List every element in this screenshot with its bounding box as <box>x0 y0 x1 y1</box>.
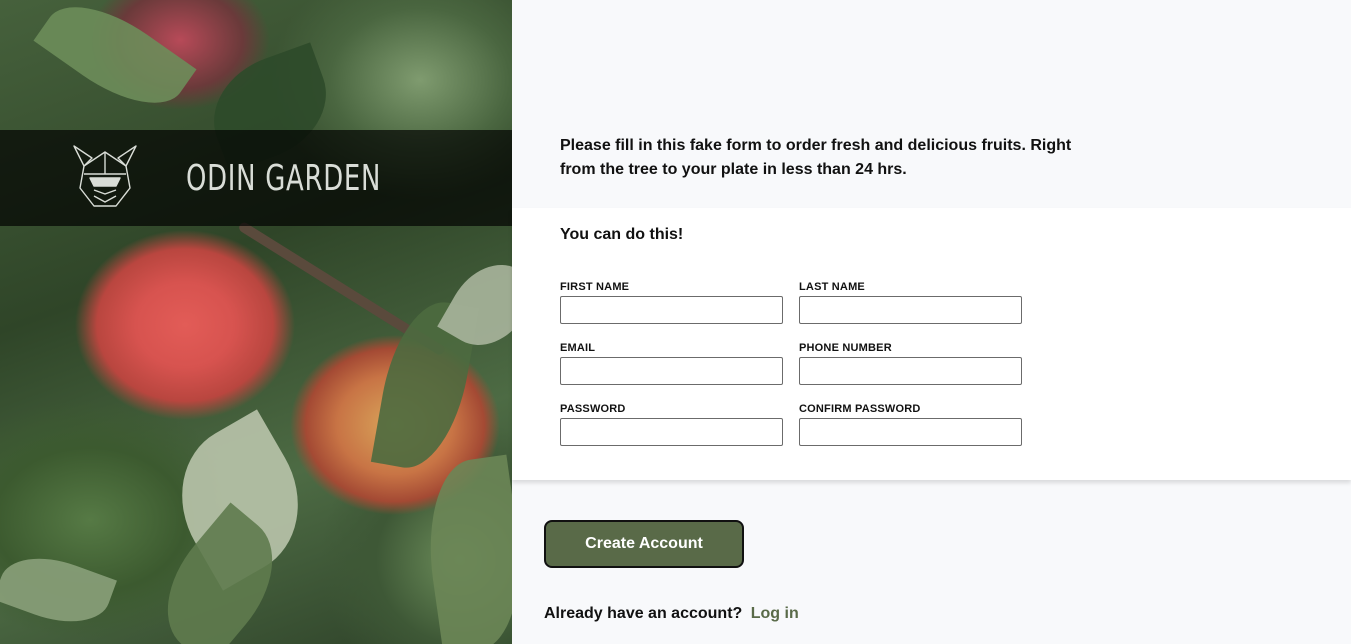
phone-number-input[interactable] <box>799 357 1022 385</box>
phone-number-field: PHONE NUMBER <box>799 342 1022 385</box>
create-account-button[interactable]: Create Account <box>544 520 744 568</box>
password-field: PASSWORD <box>560 403 783 446</box>
form-heading: You can do this! <box>560 226 684 243</box>
email-input[interactable] <box>560 357 783 385</box>
email-field: EMAIL <box>560 342 783 385</box>
email-label: EMAIL <box>560 342 596 354</box>
hero-image: ODIN GARDEN <box>0 0 512 644</box>
confirm-password-field: CONFIRM PASSWORD <box>799 403 1022 446</box>
confirm-password-input[interactable] <box>799 418 1022 446</box>
brand-banner: ODIN GARDEN <box>0 130 512 226</box>
leaf-decoration <box>417 454 512 644</box>
first-name-input[interactable] <box>560 296 783 324</box>
viking-helmet-icon <box>73 145 137 207</box>
first-name-field: FIRST NAME <box>560 281 783 324</box>
last-name-field: LAST NAME <box>799 281 1022 324</box>
login-prompt: Already have an account? Log in <box>544 605 799 623</box>
leaf-decoration <box>33 0 197 127</box>
last-name-input[interactable] <box>799 296 1022 324</box>
password-label: PASSWORD <box>560 403 626 415</box>
signup-content: Please fill in this fake form to order f… <box>512 0 1351 644</box>
intro-text: Please fill in this fake form to order f… <box>560 137 1072 178</box>
leaf-decoration <box>0 542 117 638</box>
login-link[interactable]: Log in <box>751 605 799 622</box>
first-name-label: FIRST NAME <box>560 281 630 293</box>
login-prompt-text: Already have an account? <box>544 605 743 622</box>
last-name-label: LAST NAME <box>799 281 865 293</box>
phone-number-label: PHONE NUMBER <box>799 342 892 354</box>
signup-form: You can do this! FIRST NAME LAST NAME EM… <box>512 208 1351 480</box>
password-input[interactable] <box>560 418 783 446</box>
confirm-password-label: CONFIRM PASSWORD <box>799 403 921 415</box>
brand-name: ODIN GARDEN <box>186 158 382 199</box>
